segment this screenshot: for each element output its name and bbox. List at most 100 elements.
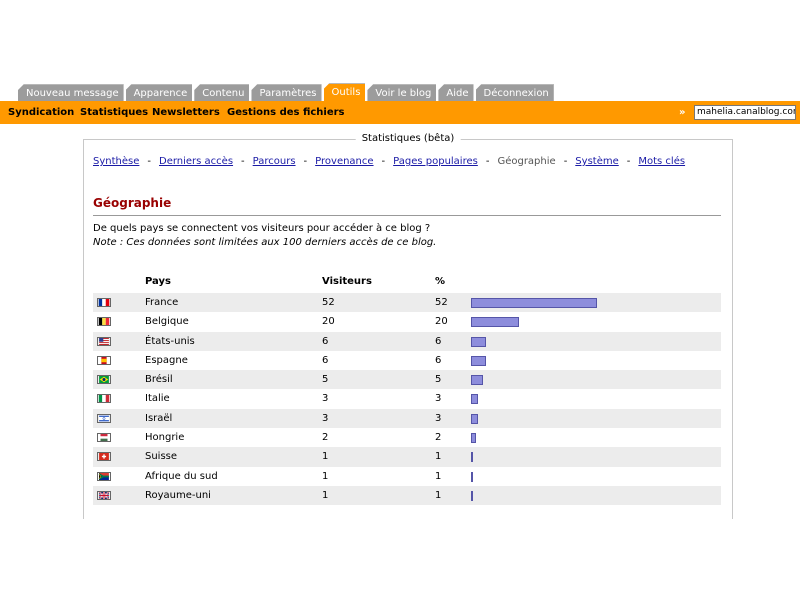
cell-pct: 1 [435, 470, 442, 482]
uk-flag-icon [97, 490, 111, 500]
france-flag-icon [97, 298, 111, 307]
tab-outils[interactable]: Outils [323, 83, 366, 101]
geo-table: Pays Visiteurs % France 52 52 Belgique 20 20 É… [93, 274, 721, 506]
tab-contenu[interactable]: Contenu [194, 84, 250, 101]
percentage-bar [471, 490, 473, 501]
israel-flag-icon [97, 413, 111, 423]
cell-pct: 1 [435, 489, 442, 501]
cell-pct: 2 [435, 432, 442, 444]
tab-deconnexion[interactable]: Déconnexion [475, 84, 554, 101]
header-pct: % [435, 276, 446, 287]
percentage-bar [471, 394, 478, 405]
hungary-flag-icon [97, 433, 111, 443]
table-row: France 52 52 [93, 293, 721, 313]
cell-visiteurs: 6 [322, 335, 329, 347]
cell-pct: 20 [435, 316, 448, 328]
cell-visiteurs: 1 [322, 470, 329, 482]
tab-aide[interactable]: Aide [438, 84, 474, 101]
table-row: Hongrie 2 2 [93, 428, 721, 447]
nav-systeme[interactable]: Système [575, 156, 618, 167]
percentage-bar [471, 336, 486, 347]
cell-pays: France [145, 297, 179, 308]
cell-pct: 6 [435, 354, 442, 366]
note-text: Note : Ces données sont limitées aux 100… [93, 237, 437, 248]
percentage-bar [471, 317, 519, 328]
south-africa-flag-icon [97, 471, 111, 481]
section-title: Géographie [93, 196, 172, 210]
nav-synthese[interactable]: Synthèse [93, 156, 139, 167]
cell-pays: Suisse [145, 451, 178, 463]
panel-title: Statistiques (bêta) [355, 133, 461, 144]
cell-pays: Espagne [145, 354, 188, 366]
section-divider [93, 215, 721, 216]
header-visiteurs: Visiteurs [322, 276, 372, 287]
percentage-bar [471, 413, 478, 424]
subnav-gestion-fichiers[interactable]: Gestions des fichiers [227, 101, 345, 124]
cell-pays: Hongrie [145, 432, 185, 444]
cell-pays: États-unis [145, 335, 195, 347]
blog-select[interactable]: mahelia.canalblog.com [694, 105, 796, 120]
percentage-bar [471, 375, 483, 386]
tab-voir-le-blog[interactable]: Voir le blog [367, 84, 437, 101]
percentage-bar [471, 355, 486, 366]
nav-parcours[interactable]: Parcours [253, 156, 296, 167]
sub-nav-bar: Syndication Statistiques Newsletters Ges… [0, 101, 800, 124]
table-row: Afrique du sud 1 1 [93, 467, 721, 486]
nav-separator: - [147, 156, 151, 167]
cell-visiteurs: 1 [322, 451, 329, 463]
usa-flag-icon [97, 336, 111, 346]
top-tabs: Nouveau message Apparence Contenu Paramè… [18, 83, 556, 101]
cell-visiteurs: 6 [322, 354, 329, 366]
cell-visiteurs: 3 [322, 412, 329, 424]
table-header: Pays Visiteurs % [93, 274, 721, 293]
cell-visiteurs: 3 [322, 393, 329, 405]
cell-pct: 6 [435, 335, 442, 347]
nav-geographie-current: Géographie [497, 156, 556, 167]
cell-pct: 3 [435, 412, 442, 424]
nav-separator: - [485, 156, 490, 167]
cell-pays: Royaume-uni [145, 489, 211, 501]
subnav-syndication[interactable]: Syndication [8, 101, 74, 124]
cell-pct: 52 [435, 297, 448, 308]
nav-separator: - [241, 156, 245, 167]
subnav-statistiques[interactable]: Statistiques [80, 101, 148, 124]
nav-separator: - [303, 156, 308, 167]
stats-panel: Statistiques (bêta) Synthèse - Derniers ac… [83, 133, 733, 519]
header-pays: Pays [145, 276, 171, 287]
cell-visiteurs: 52 [322, 297, 335, 308]
tab-apparence[interactable]: Apparence [125, 84, 193, 101]
nav-separator: - [563, 156, 568, 167]
table-body: France 52 52 Belgique 20 20 États-unis 6 6 Espagn… [93, 293, 721, 506]
italy-flag-icon [97, 394, 111, 404]
percentage-bar [471, 471, 473, 482]
cell-pays: Israël [145, 412, 173, 424]
nav-derniers-acces[interactable]: Derniers accès [159, 156, 233, 167]
cell-pct: 1 [435, 451, 442, 463]
tab-nouveau-message[interactable]: Nouveau message [18, 84, 124, 101]
cell-visiteurs: 5 [322, 374, 329, 386]
nav-provenance[interactable]: Provenance [315, 156, 373, 167]
cell-pays: Afrique du sud [145, 470, 218, 482]
table-row: Espagne 6 6 [93, 351, 721, 370]
table-row: Italie 3 3 [93, 389, 721, 408]
question-text: De quels pays se connectent vos visiteur… [93, 223, 431, 234]
brazil-flag-icon [97, 375, 111, 385]
cell-visiteurs: 20 [322, 316, 335, 328]
spain-flag-icon [97, 355, 111, 365]
nav-separator: - [626, 156, 631, 167]
stats-nav: Synthèse - Derniers accès - Parcours - Provena… [93, 156, 685, 167]
cell-pays: Italie [145, 393, 170, 405]
table-row: Belgique 20 20 [93, 312, 721, 331]
switzerland-flag-icon [97, 452, 111, 462]
percentage-bar [471, 452, 473, 463]
table-row: Israël 3 3 [93, 408, 721, 429]
cell-visiteurs: 1 [322, 489, 329, 501]
nav-separator: - [381, 156, 386, 167]
table-row: Brésil 5 5 [93, 370, 721, 390]
subnav-newsletters[interactable]: Newsletters [152, 101, 220, 124]
table-row: Suisse 1 1 [93, 447, 721, 467]
tab-parametres[interactable]: Paramètres [251, 84, 322, 101]
nav-mots-cles[interactable]: Mots clés [638, 156, 685, 167]
cell-pct: 5 [435, 374, 442, 386]
nav-pages-populaires[interactable]: Pages populaires [393, 156, 478, 167]
